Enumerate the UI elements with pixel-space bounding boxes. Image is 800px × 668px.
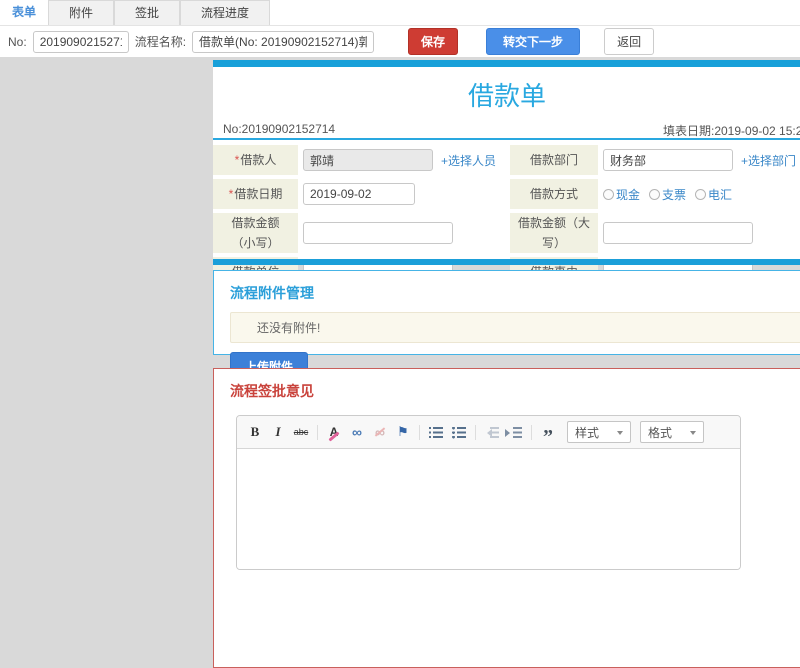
- outdent-icon[interactable]: [482, 423, 502, 441]
- editor-content-area[interactable]: [237, 449, 740, 569]
- no-attachment-alert: 还没有附件!: [230, 312, 800, 343]
- rich-text-editor: 样式 格式: [236, 415, 741, 570]
- styles-dropdown-label: 样式: [575, 425, 600, 440]
- attachments-panel: 流程附件管理 还没有附件! 上传附件: [213, 270, 800, 381]
- amount-uppercase-label: 借款金额（大写）: [510, 213, 598, 253]
- form-title: 借款单: [467, 81, 546, 111]
- borrower-label: *借款人: [213, 145, 298, 175]
- form-number: No:20190902152714: [223, 122, 336, 136]
- no-input[interactable]: [32, 30, 129, 53]
- strikethrough-icon[interactable]: [291, 423, 311, 441]
- form-meta-row: No:20190902152714 填表日期:2019-09-02 15:27:…: [213, 118, 800, 140]
- form-bottom-accent-bar: [213, 259, 800, 265]
- loan-date-input[interactable]: [303, 183, 415, 205]
- approval-panel: 流程签批意见 样式 格式: [213, 368, 800, 668]
- approval-title: 流程签批意见: [230, 383, 314, 399]
- remove-format-icon[interactable]: [324, 423, 344, 441]
- bulleted-list-icon[interactable]: [449, 423, 469, 441]
- select-person-link[interactable]: +选择人员: [441, 152, 496, 169]
- tab-attachment[interactable]: 附件: [48, 0, 115, 25]
- indent-icon[interactable]: [505, 423, 525, 441]
- radio-circle-icon: [695, 188, 707, 200]
- toolbar-separator: [531, 424, 532, 440]
- bold-icon[interactable]: [245, 423, 265, 441]
- department-input[interactable]: [603, 149, 733, 171]
- back-button[interactable]: 返回: [604, 28, 655, 55]
- command-bar: No: 流程名称: 保存 转交下一步 返回: [0, 26, 800, 57]
- loan-date-label: *借款日期: [213, 179, 298, 209]
- loan-form-panel: 借款单 No:20190902152714 填表日期:2019-09-02 15…: [213, 60, 800, 287]
- radio-wire-transfer[interactable]: 电汇: [695, 186, 732, 203]
- format-dropdown-label: 格式: [648, 425, 673, 440]
- amount-lowercase-label: 借款金额（小写）: [213, 213, 298, 253]
- amount-uppercase-field: [598, 213, 800, 253]
- form-fill-date: 填表日期:2019-09-02 15:27:1: [663, 124, 800, 138]
- radio-circle-icon: [649, 188, 661, 200]
- department-field: +选择部门: [598, 145, 800, 175]
- link-icon[interactable]: [347, 423, 367, 441]
- styles-dropdown[interactable]: 样式: [567, 421, 631, 443]
- process-name-label: 流程名称:: [134, 35, 187, 49]
- department-label: 借款部门: [510, 145, 598, 175]
- unlink-icon[interactable]: [370, 423, 390, 441]
- editor-toolbar: 样式 格式: [237, 416, 740, 449]
- tab-bar: 表单 附件 签批 流程进度: [0, 0, 800, 26]
- toolbar-separator: [475, 424, 476, 440]
- chevron-down-icon: [617, 430, 623, 438]
- chevron-down-icon: [690, 430, 696, 438]
- format-dropdown[interactable]: 格式: [640, 421, 704, 443]
- radio-cash[interactable]: 现金: [603, 186, 640, 203]
- borrower-field: +选择人员: [298, 145, 510, 175]
- tab-form[interactable]: 表单: [0, 0, 49, 25]
- loan-method-label: 借款方式: [510, 179, 598, 209]
- save-button[interactable]: 保存: [408, 28, 459, 55]
- tab-approval[interactable]: 签批: [114, 0, 181, 25]
- tab-process-progress[interactable]: 流程进度: [180, 0, 271, 25]
- radio-circle-icon: [603, 188, 614, 200]
- toolbar-separator: [317, 424, 318, 440]
- numbered-list-icon[interactable]: [426, 423, 446, 441]
- select-department-link[interactable]: +选择部门: [741, 152, 796, 169]
- process-name-input[interactable]: [192, 30, 375, 53]
- amount-uppercase-input[interactable]: [603, 222, 753, 244]
- loan-method-field: 现金 支票 电汇: [598, 179, 800, 209]
- attachments-title: 流程附件管理: [230, 285, 314, 301]
- no-label: No:: [8, 34, 27, 49]
- toolbar-separator: [419, 424, 420, 440]
- form-top-accent-bar: [213, 60, 800, 67]
- borrower-input[interactable]: [303, 149, 433, 171]
- loan-date-field: [298, 179, 510, 209]
- required-marker: *: [234, 152, 240, 167]
- amount-lowercase-input[interactable]: [303, 222, 453, 244]
- blockquote-icon[interactable]: [538, 423, 558, 441]
- radio-cheque[interactable]: 支票: [649, 186, 686, 203]
- next-step-button[interactable]: 转交下一步: [486, 28, 581, 55]
- italic-icon[interactable]: [268, 423, 288, 441]
- amount-lowercase-field: [298, 213, 510, 253]
- required-marker: *: [228, 186, 234, 201]
- anchor-flag-icon[interactable]: [393, 423, 413, 441]
